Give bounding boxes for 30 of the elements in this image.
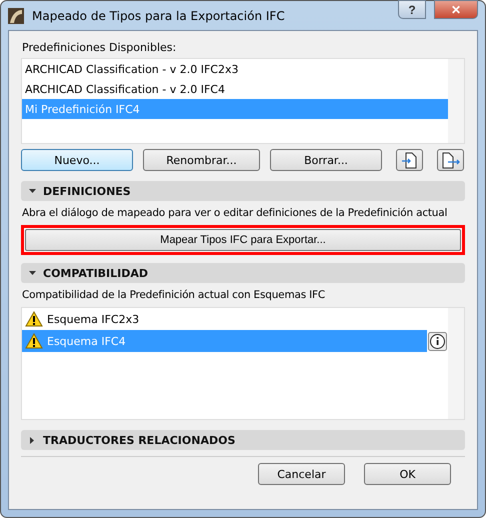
ok-button[interactable]: OK: [364, 463, 451, 485]
map-types-button[interactable]: Mapear Tipos IFC para Exportar...: [21, 225, 465, 255]
scroll-bar[interactable]: [448, 59, 464, 143]
description-text: Compatibilidad de la Predefinición actual con Esquemas IFC: [22, 289, 325, 301]
app-icon: [8, 8, 24, 24]
section-header[interactable]: DEFINICIONES: [21, 181, 465, 201]
info-icon[interactable]: [428, 332, 447, 350]
warning-icon: [25, 333, 43, 349]
section-header[interactable]: TRADUCTORES RELACIONADOS: [21, 430, 465, 450]
action-button[interactable]: Renombrar...: [143, 149, 260, 171]
list-item[interactable]: ARCHICAD Classification - v 2.0 IFC2x3: [22, 59, 448, 79]
import-button[interactable]: [396, 149, 423, 171]
description-text: Abra el diálogo de mapeado para ver o editar definiciones de la Predefinición actual: [22, 207, 448, 219]
caret-down-icon: [29, 188, 36, 194]
list-item[interactable]: Esquema IFC2x3: [22, 308, 448, 330]
cancel-button[interactable]: Cancelar: [258, 463, 345, 485]
list-label: Predefiniciones Disponibles:: [22, 41, 178, 54]
help-button[interactable]: ?: [398, 0, 426, 19]
warning-icon: [25, 311, 43, 327]
scroll-bar[interactable]: [448, 308, 464, 419]
list-item[interactable]: ARCHICAD Classification - v 2.0 IFC4: [22, 79, 448, 99]
import-icon: [402, 152, 418, 168]
window-title: Mapeado de Tipos para la Exportación IFC: [32, 8, 286, 22]
export-icon: [442, 152, 460, 168]
section-header[interactable]: COMPATIBILIDAD: [21, 263, 465, 283]
action-button[interactable]: Nuevo...: [21, 149, 133, 171]
caret-down-icon: [29, 270, 36, 276]
export-button[interactable]: [437, 149, 464, 171]
caret-right-icon: [29, 436, 36, 444]
action-button[interactable]: Borrar...: [270, 149, 382, 171]
